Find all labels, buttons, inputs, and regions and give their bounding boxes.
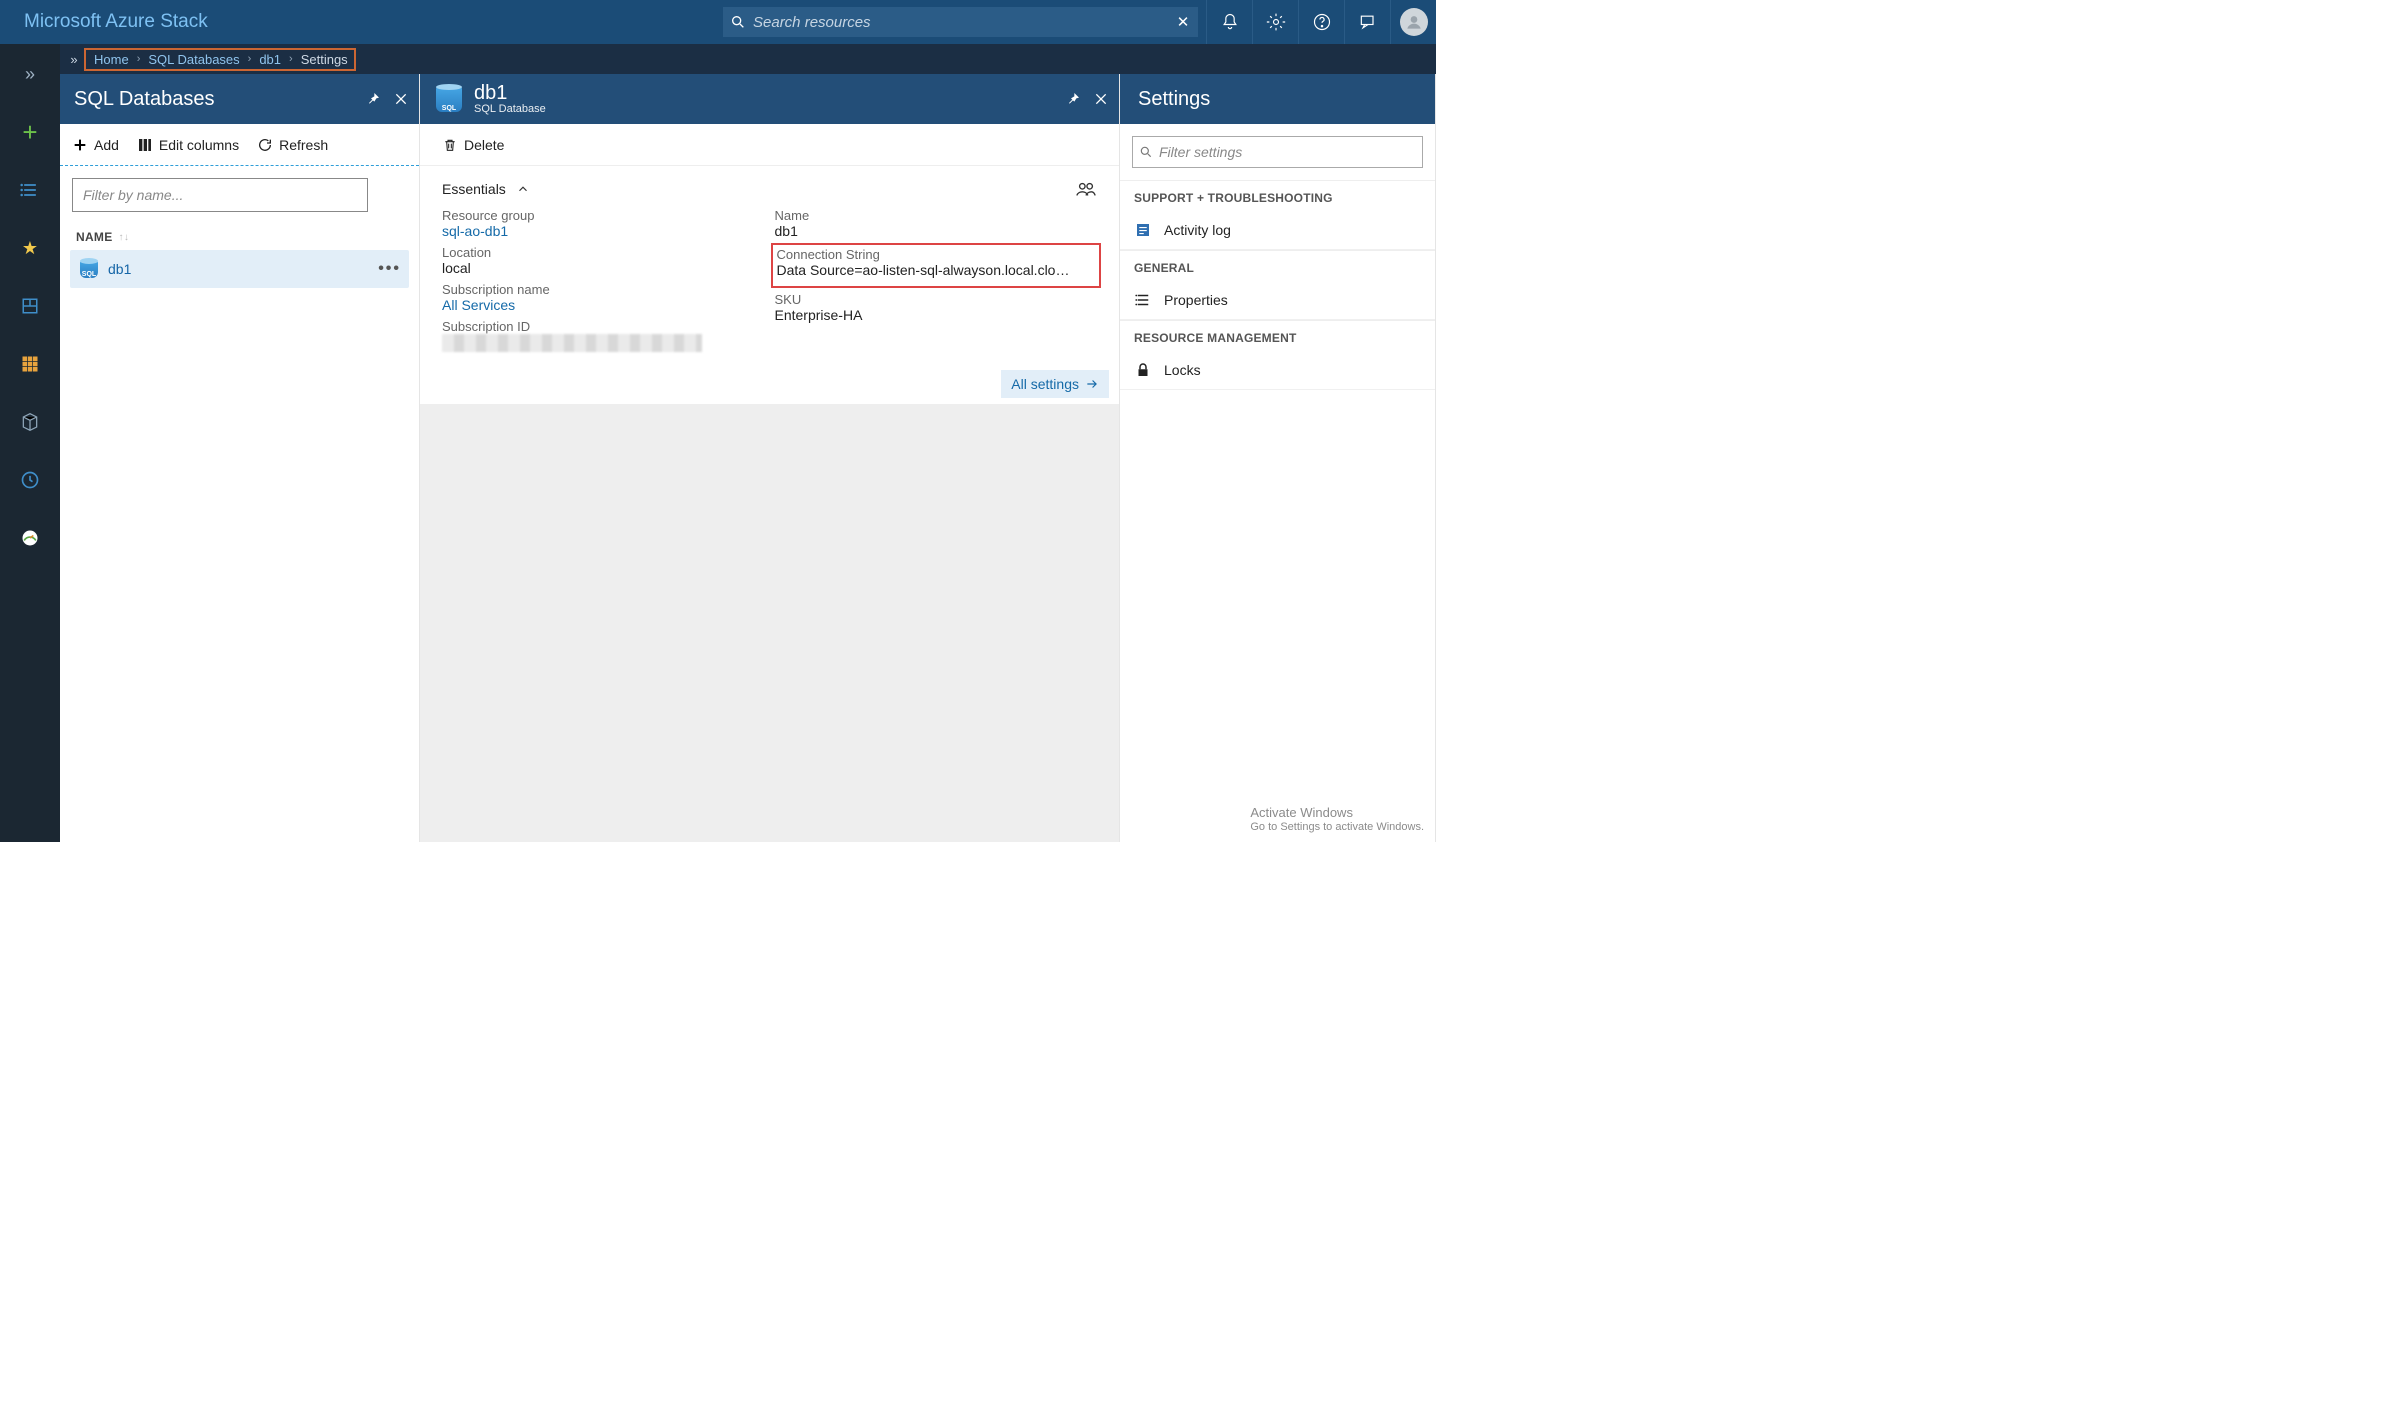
db-row-db1[interactable]: SQL db1 ••• xyxy=(70,250,409,288)
edit-columns-button[interactable]: Edit columns xyxy=(137,137,239,153)
value-location: local xyxy=(442,260,765,276)
settings-item-activity-log[interactable]: Activity log xyxy=(1120,211,1435,250)
db-row-label: db1 xyxy=(108,261,378,277)
arrow-right-icon xyxy=(1085,377,1099,391)
filter-input[interactable] xyxy=(72,178,368,212)
blade-title: Settings xyxy=(1138,88,1425,111)
windows-activation-watermark: Activate Windows Go to Settings to activ… xyxy=(1250,805,1424,834)
rail-clock-icon[interactable] xyxy=(10,460,50,500)
value-subscription-id-redacted xyxy=(442,334,702,352)
search-icon xyxy=(1139,145,1153,159)
close-icon[interactable] xyxy=(393,91,409,107)
clear-search-icon[interactable]: ✕ xyxy=(1168,13,1198,31)
rail-all-services-icon[interactable] xyxy=(10,344,50,384)
section-support: SUPPORT + TROUBLESHOOTING xyxy=(1120,180,1435,211)
chevron-right-icon: › xyxy=(137,53,141,65)
value-connection-string[interactable]: Data Source=ao-listen-sql-alwayson.local… xyxy=(777,262,1096,278)
value-resource-group[interactable]: sql-ao-db1 xyxy=(442,223,765,239)
help-icon[interactable] xyxy=(1298,0,1344,44)
rail-gauge-icon[interactable] xyxy=(10,518,50,558)
chevron-right-icon: › xyxy=(289,53,293,65)
account-avatar[interactable] xyxy=(1390,0,1436,44)
chevron-up-icon xyxy=(516,182,530,196)
search-icon xyxy=(723,14,753,30)
feedback-icon[interactable] xyxy=(1344,0,1390,44)
rail-favorites-icon[interactable]: ★ xyxy=(10,228,50,268)
close-icon[interactable] xyxy=(1093,91,1109,107)
pin-icon[interactable] xyxy=(365,91,381,107)
breadcrumb-home[interactable]: Home xyxy=(94,52,129,67)
settings-gear-icon[interactable] xyxy=(1252,0,1298,44)
settings-item-locks[interactable]: Locks xyxy=(1120,351,1435,390)
add-button[interactable]: Add xyxy=(72,137,119,153)
rail-cube-icon[interactable] xyxy=(10,402,50,442)
label-name: Name xyxy=(775,208,1098,223)
breadcrumb-settings: Settings xyxy=(301,52,348,67)
label-connection-string: Connection String xyxy=(777,247,1096,262)
blade-title: SQL Databases xyxy=(74,88,365,111)
search-input[interactable] xyxy=(753,14,1168,31)
brand[interactable]: Microsoft Azure Stack xyxy=(0,11,208,33)
blade-db1: SQL db1 SQL Database Delete Essent xyxy=(420,74,1120,842)
blade-title: db1 xyxy=(474,83,1065,103)
global-search[interactable]: ✕ xyxy=(723,7,1198,37)
column-header-name[interactable]: NAME ↑↓ xyxy=(60,224,419,250)
label-subscription-id: Subscription ID xyxy=(442,319,765,334)
all-settings-button[interactable]: All settings xyxy=(1001,370,1109,398)
essentials-toggle[interactable]: Essentials xyxy=(420,166,1119,208)
users-icon[interactable] xyxy=(1075,178,1097,200)
breadcrumb: » Home › SQL Databases › db1 › Settings xyxy=(60,44,1436,74)
rail-dashboard-icon[interactable] xyxy=(10,286,50,326)
sql-database-icon: SQL xyxy=(78,258,100,280)
section-general: GENERAL xyxy=(1120,250,1435,281)
section-resource-management: RESOURCE MANAGEMENT xyxy=(1120,320,1435,351)
left-rail: » + ★ xyxy=(0,44,60,842)
breadcrumb-db1[interactable]: db1 xyxy=(259,52,281,67)
row-more-icon[interactable]: ••• xyxy=(378,260,401,278)
blade-subtitle: SQL Database xyxy=(474,103,1065,115)
filter-settings-input[interactable] xyxy=(1159,144,1416,160)
rail-new-icon[interactable]: + xyxy=(10,112,50,152)
sort-icon: ↑↓ xyxy=(119,232,130,243)
sql-database-icon: SQL xyxy=(434,84,464,114)
value-name: db1 xyxy=(775,223,1098,239)
rail-expand-icon[interactable]: » xyxy=(10,54,50,94)
label-resource-group: Resource group xyxy=(442,208,765,223)
breadcrumb-sql-databases[interactable]: SQL Databases xyxy=(148,52,239,67)
refresh-button[interactable]: Refresh xyxy=(257,137,328,153)
label-subscription-name: Subscription name xyxy=(442,282,765,297)
rail-list-icon[interactable] xyxy=(10,170,50,210)
breadcrumb-expand-icon[interactable]: » xyxy=(64,52,84,67)
label-sku: SKU xyxy=(775,292,1098,307)
blade-sql-databases: SQL Databases Add Edit columns R xyxy=(60,74,420,842)
label-location: Location xyxy=(442,245,765,260)
settings-item-properties[interactable]: Properties xyxy=(1120,281,1435,320)
chevron-right-icon: › xyxy=(248,53,252,65)
pin-icon[interactable] xyxy=(1065,91,1081,107)
delete-button[interactable]: Delete xyxy=(442,137,504,153)
blade-settings: Settings SUPPORT + TROUBLESHOOTING Activ… xyxy=(1120,74,1436,842)
value-sku: Enterprise-HA xyxy=(775,307,1098,323)
notifications-icon[interactable] xyxy=(1206,0,1252,44)
value-subscription-name[interactable]: All Services xyxy=(442,297,765,313)
